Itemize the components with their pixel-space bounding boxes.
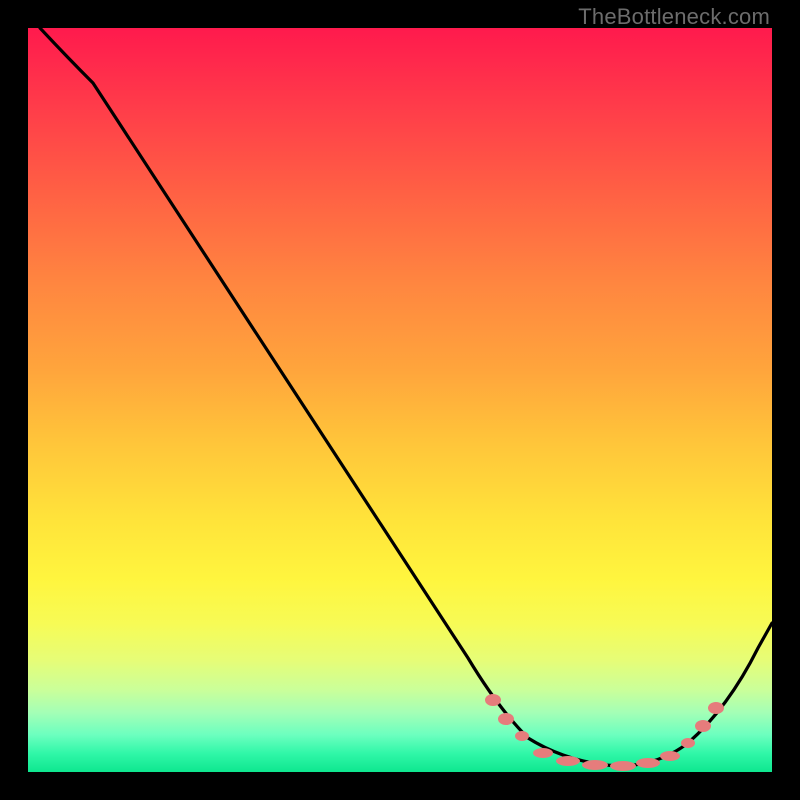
marker-dot <box>533 748 553 758</box>
marker-dot <box>515 731 529 741</box>
optimal-range-markers <box>485 694 724 771</box>
marker-dot <box>556 756 580 766</box>
marker-dot <box>498 713 514 725</box>
bottleneck-curve-svg <box>28 28 772 772</box>
marker-dot <box>708 702 724 714</box>
marker-dot <box>582 760 608 770</box>
watermark-text: TheBottleneck.com <box>578 4 770 30</box>
marker-dot <box>636 758 660 768</box>
marker-dot <box>485 694 501 706</box>
marker-dot <box>695 720 711 732</box>
bottleneck-curve-path <box>40 28 772 766</box>
marker-dot <box>610 761 636 771</box>
chart-frame: TheBottleneck.com <box>0 0 800 800</box>
marker-dot <box>681 738 695 748</box>
gradient-plot-area <box>28 28 772 772</box>
marker-dot <box>660 751 680 761</box>
